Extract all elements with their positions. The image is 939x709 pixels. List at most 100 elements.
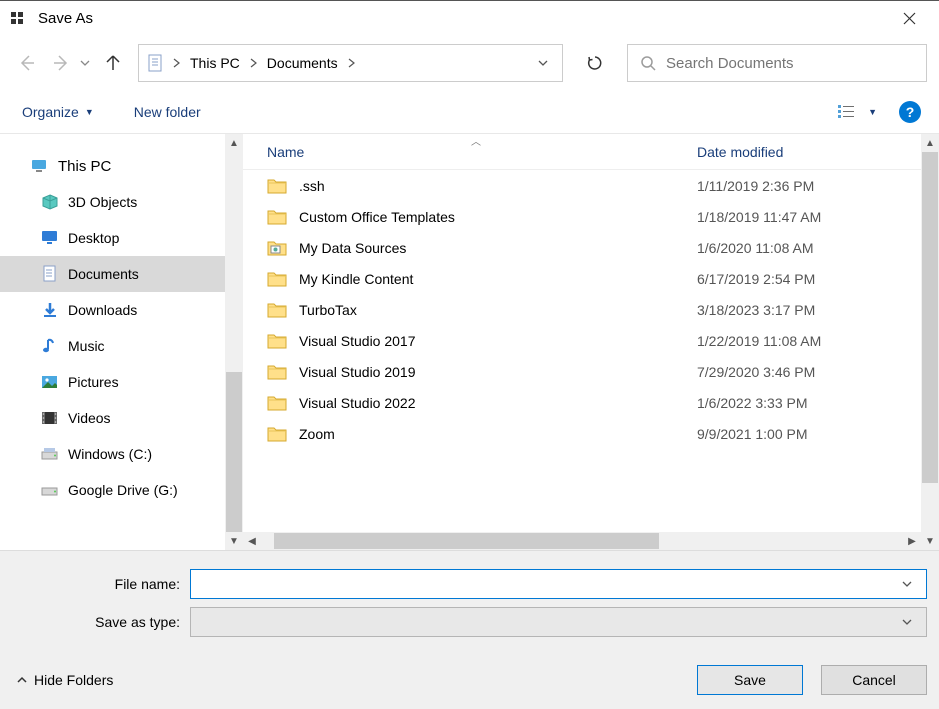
- app-icon: [10, 10, 28, 28]
- savetype-label: Save as type:: [12, 614, 190, 630]
- file-name: Visual Studio 2022: [299, 395, 416, 411]
- breadcrumb-documents[interactable]: Documents: [263, 51, 342, 75]
- filename-combobox[interactable]: [190, 569, 927, 599]
- hide-folders-button[interactable]: Hide Folders: [12, 668, 117, 692]
- tree-item-documents[interactable]: Documents: [0, 256, 225, 292]
- file-date: 1/6/2020 11:08 AM: [685, 240, 921, 256]
- file-row[interactable]: My Kindle Content 6/17/2019 2:54 PM: [243, 263, 921, 294]
- folder-icon: [267, 332, 287, 350]
- file-row[interactable]: Visual Studio 2022 1/6/2022 3:33 PM: [243, 387, 921, 418]
- tree-label: 3D Objects: [68, 194, 137, 210]
- tree-label: Desktop: [68, 230, 119, 246]
- file-name: Zoom: [299, 426, 335, 442]
- file-row[interactable]: My Data Sources 1/6/2020 11:08 AM: [243, 232, 921, 263]
- column-header-date[interactable]: Date modified: [685, 144, 921, 160]
- chevron-down-icon: ▼: [868, 107, 877, 117]
- tree-item-downloads[interactable]: Downloads: [0, 292, 225, 328]
- tree-label: Windows (C:): [68, 446, 152, 462]
- videos-icon: [40, 408, 60, 428]
- tree-item-music[interactable]: Music: [0, 328, 225, 364]
- back-button[interactable]: [12, 48, 42, 78]
- file-vscrollbar[interactable]: ▲ ▼: [921, 134, 939, 550]
- tree-item-pictures[interactable]: Pictures: [0, 364, 225, 400]
- file-row[interactable]: Visual Studio 2017 1/22/2019 11:08 AM: [243, 325, 921, 356]
- file-date: 1/6/2022 3:33 PM: [685, 395, 921, 411]
- file-name: My Kindle Content: [299, 271, 413, 287]
- forward-button[interactable]: [46, 48, 76, 78]
- chevron-right-icon[interactable]: [244, 58, 263, 68]
- file-row[interactable]: Visual Studio 2019 7/29/2020 3:46 PM: [243, 356, 921, 387]
- breadcrumb-this-pc[interactable]: This PC: [186, 51, 244, 75]
- chevron-up-icon: [16, 675, 28, 685]
- scroll-down-icon[interactable]: ▼: [925, 532, 935, 550]
- scroll-down-icon[interactable]: ▼: [229, 532, 239, 550]
- folder-icon: [267, 301, 287, 319]
- music-icon: [40, 336, 60, 356]
- file-row[interactable]: .ssh 1/11/2019 2:36 PM: [243, 170, 921, 201]
- filename-input[interactable]: [191, 570, 902, 598]
- chevron-down-icon[interactable]: [902, 618, 926, 626]
- organize-label: Organize: [22, 104, 79, 120]
- chevron-down-icon: ▼: [85, 107, 94, 117]
- close-button[interactable]: [889, 4, 929, 34]
- file-date: 3/18/2023 3:17 PM: [685, 302, 921, 318]
- tree-this-pc[interactable]: This PC: [0, 148, 225, 184]
- pictures-icon: [40, 372, 60, 392]
- scroll-right-icon[interactable]: ▶: [903, 536, 921, 547]
- file-hscrollbar[interactable]: ◀ ▶: [243, 532, 921, 550]
- file-name: Custom Office Templates: [299, 209, 455, 225]
- chevron-right-icon[interactable]: [342, 58, 361, 68]
- address-dropdown-button[interactable]: [530, 59, 556, 67]
- tree-item-videos[interactable]: Videos: [0, 400, 225, 436]
- refresh-button[interactable]: [575, 44, 615, 82]
- file-date: 7/29/2020 3:46 PM: [685, 364, 921, 380]
- address-bar[interactable]: This PC Documents: [138, 44, 563, 82]
- file-date: 6/17/2019 2:54 PM: [685, 271, 921, 287]
- tree-label: Google Drive (G:): [68, 482, 178, 498]
- cancel-button[interactable]: Cancel: [821, 665, 927, 695]
- tree-item-desktop[interactable]: Desktop: [0, 220, 225, 256]
- tree-label: Downloads: [68, 302, 137, 318]
- scroll-up-icon[interactable]: ▲: [229, 134, 239, 152]
- save-button[interactable]: Save: [697, 665, 803, 695]
- folder-icon: [267, 177, 287, 195]
- tree-item-windows-c-[interactable]: Windows (C:): [0, 436, 225, 472]
- help-button[interactable]: ?: [899, 101, 921, 123]
- filename-label: File name:: [12, 576, 190, 592]
- doc-icon: [40, 264, 60, 284]
- view-options-button[interactable]: ▼: [834, 100, 881, 124]
- tree-item-google-drive-g-[interactable]: Google Drive (G:): [0, 472, 225, 508]
- tree-label: Videos: [68, 410, 111, 426]
- search-icon: [640, 55, 656, 71]
- folder-icon: [267, 270, 287, 288]
- file-name: My Data Sources: [299, 240, 406, 256]
- file-row[interactable]: Custom Office Templates 1/18/2019 11:47 …: [243, 201, 921, 232]
- up-button[interactable]: [98, 48, 128, 78]
- tree-scrollbar[interactable]: ▲ ▼: [225, 134, 243, 550]
- chevron-right-icon[interactable]: [167, 58, 186, 68]
- column-header-name[interactable]: Name: [243, 144, 685, 160]
- sort-indicator-icon: ︿: [471, 133, 481, 148]
- file-name: Visual Studio 2017: [299, 333, 416, 349]
- file-row[interactable]: TurboTax 3/18/2023 3:17 PM: [243, 294, 921, 325]
- organize-button[interactable]: Organize ▼: [18, 98, 98, 126]
- folder-icon: [267, 208, 287, 226]
- chevron-down-icon[interactable]: [902, 580, 926, 588]
- scroll-left-icon[interactable]: ◀: [243, 536, 261, 547]
- file-name: Visual Studio 2019: [299, 364, 416, 380]
- tree-label: Music: [68, 338, 105, 354]
- folder-icon: [267, 239, 287, 257]
- savetype-combobox[interactable]: [190, 607, 927, 637]
- search-input[interactable]: [666, 55, 914, 72]
- new-folder-button[interactable]: New folder: [130, 98, 205, 126]
- tree-item-3d-objects[interactable]: 3D Objects: [0, 184, 225, 220]
- desktop-icon: [40, 228, 60, 248]
- window-title: Save As: [38, 10, 93, 27]
- recent-locations-button[interactable]: [80, 59, 94, 67]
- file-date: 1/18/2019 11:47 AM: [685, 209, 921, 225]
- scroll-up-icon[interactable]: ▲: [925, 134, 935, 152]
- tree-label: Pictures: [68, 374, 119, 390]
- search-box[interactable]: [627, 44, 927, 82]
- file-row[interactable]: Zoom 9/9/2021 1:00 PM: [243, 418, 921, 449]
- hide-folders-label: Hide Folders: [34, 672, 113, 688]
